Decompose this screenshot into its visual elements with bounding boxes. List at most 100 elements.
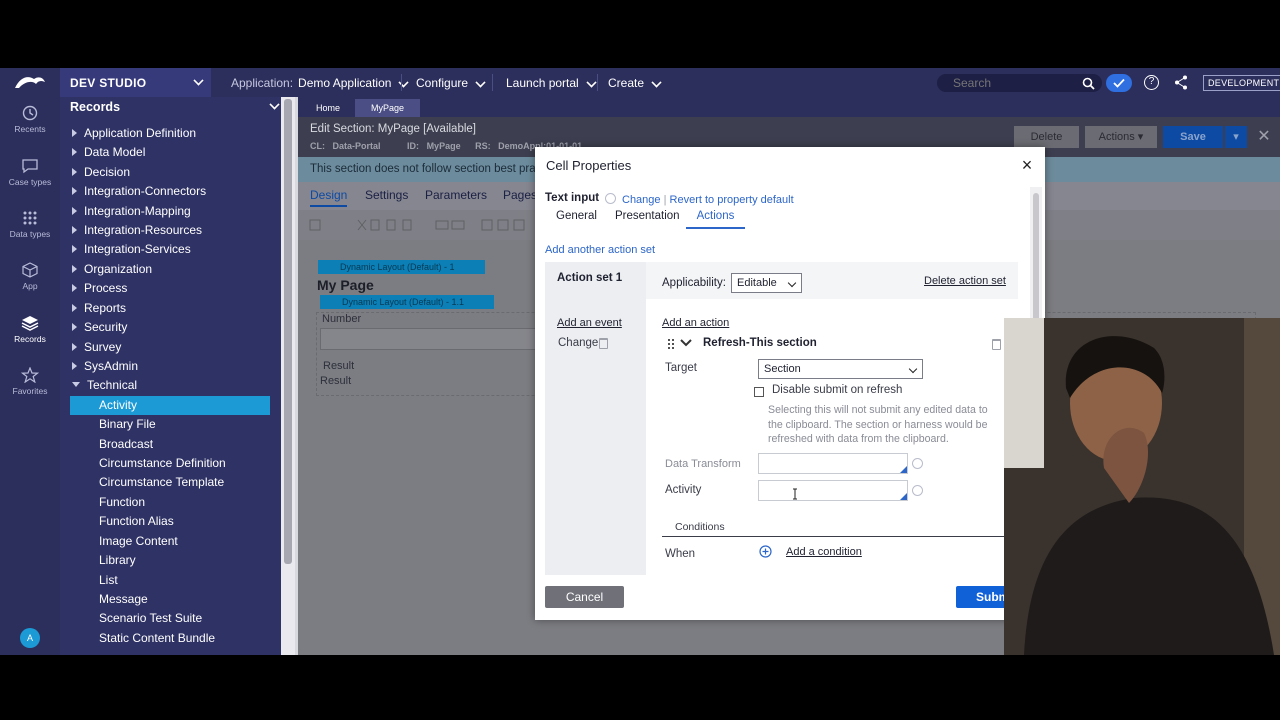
delete-button[interactable]: Delete <box>1014 126 1079 148</box>
add-event-link[interactable]: Add an event <box>557 317 622 329</box>
close-icon[interactable]: × <box>1019 156 1035 174</box>
grid-icon <box>23 211 37 225</box>
tab-actions[interactable]: Actions <box>686 210 745 229</box>
record-type-item[interactable]: Broadcast <box>70 435 270 454</box>
tab-parameters[interactable]: Parameters <box>425 188 487 202</box>
record-category[interactable]: Integration-Resources <box>72 221 202 240</box>
record-category[interactable]: Application Definition <box>72 124 196 143</box>
tab-design[interactable]: Design <box>310 188 348 207</box>
trash-icon[interactable] <box>599 338 608 349</box>
action-set-name: Action set 1 <box>557 272 623 284</box>
record-type-item[interactable]: Circumstance Template <box>70 473 270 492</box>
change-control-link[interactable]: Change <box>622 194 661 206</box>
search-scope-button[interactable] <box>1106 74 1132 92</box>
activity-label: Activity <box>665 484 702 496</box>
expand-icon <box>72 207 77 215</box>
tab-pages[interactable]: Pages <box>503 188 537 202</box>
record-category[interactable]: Integration-Connectors <box>72 182 206 201</box>
save-button[interactable]: Save <box>1163 126 1223 148</box>
rail-item-recents[interactable]: Recents <box>0 105 60 134</box>
record-category[interactable]: Decision <box>72 163 130 182</box>
rail-item-case-types[interactable]: Case types <box>0 158 60 187</box>
application-menu[interactable]: Application: Demo Application <box>231 68 410 97</box>
revert-to-default-link[interactable]: Revert to property default <box>670 194 794 206</box>
chevron-down-icon[interactable] <box>680 339 692 347</box>
dynamic-layout-header[interactable]: Dynamic Layout (Default) - 1 <box>318 260 485 274</box>
search-icon[interactable] <box>1082 77 1095 90</box>
delete-action-set-link[interactable]: Delete action set <box>924 275 1006 287</box>
record-category[interactable]: Data Model <box>72 143 145 162</box>
record-type-item[interactable]: Function <box>70 493 270 512</box>
cl-value[interactable]: Data-Portal <box>333 141 381 151</box>
share-icon[interactable] <box>1174 75 1188 90</box>
record-type-item[interactable]: Activity <box>70 396 270 415</box>
actions-button[interactable]: Actions ▾ <box>1085 126 1157 148</box>
drag-handle-icon[interactable] <box>667 338 675 349</box>
studio-switcher[interactable]: DEV STUDIO <box>60 68 211 97</box>
add-circle-icon[interactable] <box>759 545 772 558</box>
add-action-set-link[interactable]: Add another action set <box>545 244 655 256</box>
record-type-item[interactable]: Scenario Test Suite <box>70 609 270 628</box>
record-category[interactable]: Integration-Mapping <box>72 202 191 221</box>
scrollbar-thumb[interactable] <box>284 99 292 564</box>
records-scrollbar[interactable] <box>281 97 295 655</box>
rail-item-app[interactable]: App <box>0 262 60 291</box>
record-category[interactable]: SysAdmin <box>72 357 138 376</box>
tab-home[interactable]: Home <box>300 99 356 117</box>
rail-item-favorites[interactable]: Favorites <box>0 367 60 396</box>
tab-presentation[interactable]: Presentation <box>615 210 680 222</box>
divider <box>597 74 598 91</box>
record-category[interactable]: Organization <box>72 260 152 279</box>
control-type-label: Text input <box>545 192 600 204</box>
search-input[interactable] <box>937 74 1102 92</box>
add-action-link[interactable]: Add an action <box>662 317 729 329</box>
record-category[interactable]: Process <box>72 279 127 298</box>
close-icon[interactable]: ✕ <box>1254 126 1274 148</box>
applicability-select[interactable]: Editable <box>731 273 802 293</box>
record-type-item[interactable]: Static Content Bundle <box>70 629 270 648</box>
dynamic-layout-header[interactable]: Dynamic Layout (Default) - 1.1 <box>320 295 494 309</box>
gear-icon[interactable] <box>912 485 923 496</box>
record-category[interactable]: Survey <box>72 338 121 357</box>
help-icon[interactable]: ? <box>1144 75 1159 90</box>
record-type-item[interactable]: List <box>70 571 270 590</box>
record-type-item[interactable]: Function Alias <box>70 512 270 531</box>
event-name[interactable]: Change <box>558 337 598 349</box>
record-category[interactable]: Security <box>72 318 127 337</box>
record-type-item[interactable]: Message <box>70 590 270 609</box>
record-category[interactable]: Technical <box>72 376 137 395</box>
collapse-chevron-icon[interactable] <box>269 99 280 110</box>
cancel-button[interactable]: Cancel <box>545 586 624 608</box>
record-type-item[interactable]: Circumstance Definition <box>70 454 270 473</box>
tab-settings[interactable]: Settings <box>365 188 408 202</box>
result-value: Result <box>320 375 352 387</box>
tab-general[interactable]: General <box>556 210 597 222</box>
activity-field[interactable] <box>758 480 908 501</box>
tab-mypage[interactable]: MyPage <box>355 99 421 117</box>
configure-label: Configure <box>416 75 469 90</box>
toolbar-icons[interactable] <box>308 218 538 232</box>
disable-submit-checkbox[interactable] <box>754 387 764 397</box>
configure-menu[interactable]: Configure <box>416 68 486 97</box>
user-avatar[interactable]: A <box>20 628 40 648</box>
target-select[interactable]: Section <box>758 359 923 379</box>
record-type-item[interactable]: Binary File <box>70 415 270 434</box>
workspace-tabs: Home MyPage <box>298 97 1280 117</box>
add-condition-link[interactable]: Add a condition <box>786 546 862 558</box>
record-category[interactable]: Integration-Services <box>72 240 191 259</box>
record-category[interactable]: Reports <box>72 299 126 318</box>
record-type-item[interactable]: Library <box>70 551 270 570</box>
data-transform-field[interactable] <box>758 453 908 474</box>
record-category-label: SysAdmin <box>84 359 139 373</box>
chevron-down-icon <box>193 75 204 86</box>
gear-icon[interactable] <box>912 458 923 469</box>
rail-item-data-types[interactable]: Data types <box>0 210 60 239</box>
trash-icon[interactable] <box>992 339 1001 350</box>
record-category-label: Security <box>84 320 128 334</box>
record-type-item[interactable]: Image Content <box>70 532 270 551</box>
applicability-label: Applicability: <box>662 277 726 289</box>
create-menu[interactable]: Create <box>608 68 662 97</box>
save-options-button[interactable]: ▾ <box>1225 126 1247 148</box>
rail-item-records[interactable]: Records <box>0 315 60 344</box>
launch-portal-menu[interactable]: Launch portal <box>506 68 597 97</box>
